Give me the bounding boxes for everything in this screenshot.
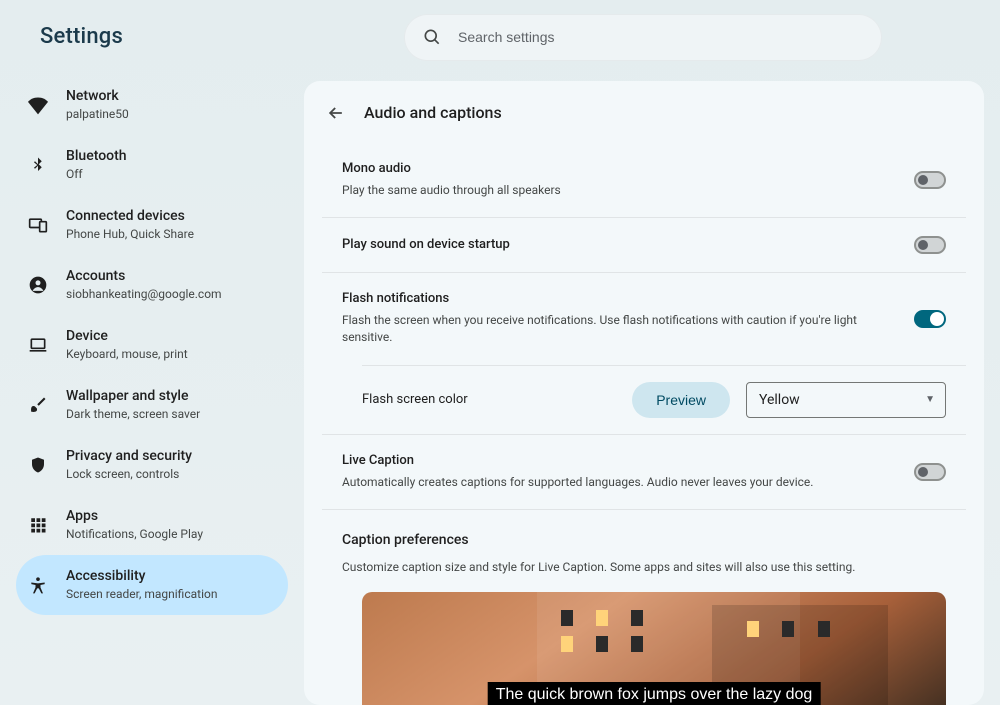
caption-sample-text: The quick brown fox jumps over the lazy … xyxy=(488,682,821,705)
sidebar-item-label: Network xyxy=(66,88,129,105)
flash-color-selected: Yellow xyxy=(759,392,800,408)
sidebar-item-sublabel: Keyboard, mouse, print xyxy=(66,347,188,361)
sidebar-item-label: Apps xyxy=(66,508,203,525)
flash-color-row: Flash screen color Preview Yellow ▼ xyxy=(362,365,966,434)
search-icon xyxy=(422,27,442,47)
sidebar-item-apps[interactable]: Apps Notifications, Google Play xyxy=(16,495,288,555)
setting-title: Live Caption xyxy=(342,453,813,470)
wifi-icon xyxy=(26,93,50,117)
settings-list: Mono audio Play the same audio through a… xyxy=(322,143,966,705)
accessibility-icon xyxy=(26,573,50,597)
apps-grid-icon xyxy=(26,513,50,537)
sidebar-item-sublabel: palpatine50 xyxy=(66,107,129,121)
sidebar-item-sublabel: siobhankeating@google.com xyxy=(66,287,222,301)
setting-live-caption: Live Caption Automatically creates capti… xyxy=(322,434,966,510)
search-bar[interactable] xyxy=(404,14,882,61)
sidebar-nav: Network palpatine50 Bluetooth Off Connec… xyxy=(0,71,304,615)
sidebar-item-label: Wallpaper and style xyxy=(66,388,200,405)
sidebar-item-device[interactable]: Device Keyboard, mouse, print xyxy=(16,315,288,375)
startup-sound-toggle[interactable] xyxy=(914,236,946,254)
search-input[interactable] xyxy=(458,29,864,45)
sidebar-item-sublabel: Dark theme, screen saver xyxy=(66,407,200,421)
panel-header: Audio and captions xyxy=(322,103,966,123)
sidebar-item-label: Privacy and security xyxy=(66,448,192,465)
sidebar: Settings Network palpatine50 Bluetooth O… xyxy=(0,0,304,705)
setting-mono-audio: Mono audio Play the same audio through a… xyxy=(322,143,966,218)
sidebar-item-sublabel: Off xyxy=(66,167,127,181)
page-title: Audio and captions xyxy=(364,103,502,122)
chevron-down-icon: ▼ xyxy=(925,394,935,405)
setting-desc: Play the same audio through all speakers xyxy=(342,182,561,199)
caption-preferences-heading: Caption preferences xyxy=(322,510,966,554)
devices-icon xyxy=(26,213,50,237)
sidebar-item-sublabel: Phone Hub, Quick Share xyxy=(66,227,194,241)
setting-flash-notifications: Flash notifications Flash the screen whe… xyxy=(322,273,966,365)
bluetooth-icon xyxy=(26,153,50,177)
main-column: Audio and captions Mono audio Play the s… xyxy=(304,0,1000,705)
caption-preferences-desc: Customize caption size and style for Liv… xyxy=(322,554,966,588)
sidebar-item-label: Accounts xyxy=(66,268,222,285)
back-button[interactable] xyxy=(326,103,346,123)
setting-desc: Automatically creates captions for suppo… xyxy=(342,474,813,491)
sidebar-item-accessibility[interactable]: Accessibility Screen reader, magnificati… xyxy=(16,555,288,615)
setting-title: Flash notifications xyxy=(342,291,898,308)
flash-notifications-toggle[interactable] xyxy=(914,310,946,328)
brush-icon xyxy=(26,393,50,417)
sidebar-item-bluetooth[interactable]: Bluetooth Off xyxy=(16,135,288,195)
setting-startup-sound: Play sound on device startup xyxy=(322,218,966,273)
sidebar-item-sublabel: Notifications, Google Play xyxy=(66,527,203,541)
sidebar-item-wallpaper[interactable]: Wallpaper and style Dark theme, screen s… xyxy=(16,375,288,435)
sidebar-item-connected-devices[interactable]: Connected devices Phone Hub, Quick Share xyxy=(16,195,288,255)
account-icon xyxy=(26,273,50,297)
sidebar-item-accounts[interactable]: Accounts siobhankeating@google.com xyxy=(16,255,288,315)
flash-color-select[interactable]: Yellow ▼ xyxy=(746,382,946,418)
setting-title: Mono audio xyxy=(342,161,561,178)
sidebar-item-label: Connected devices xyxy=(66,208,194,225)
flash-preview-button[interactable]: Preview xyxy=(632,382,730,418)
caption-preview-card[interactable]: The quick brown fox jumps over the lazy … xyxy=(362,592,946,705)
setting-title: Play sound on device startup xyxy=(342,237,510,254)
sidebar-item-sublabel: Screen reader, magnification xyxy=(66,587,217,601)
app-title: Settings xyxy=(40,24,304,49)
sidebar-item-sublabel: Lock screen, controls xyxy=(66,467,192,481)
mono-audio-toggle[interactable] xyxy=(914,171,946,189)
laptop-icon xyxy=(26,333,50,357)
sidebar-item-label: Bluetooth xyxy=(66,148,127,165)
sidebar-item-label: Device xyxy=(66,328,188,345)
setting-desc: Flash the screen when you receive notifi… xyxy=(342,312,898,347)
live-caption-toggle[interactable] xyxy=(914,463,946,481)
sidebar-item-label: Accessibility xyxy=(66,568,217,585)
flash-color-label: Flash screen color xyxy=(362,392,616,407)
settings-panel: Audio and captions Mono audio Play the s… xyxy=(304,81,984,705)
sidebar-item-privacy[interactable]: Privacy and security Lock screen, contro… xyxy=(16,435,288,495)
sidebar-item-network[interactable]: Network palpatine50 xyxy=(16,75,288,135)
shield-icon xyxy=(26,453,50,477)
